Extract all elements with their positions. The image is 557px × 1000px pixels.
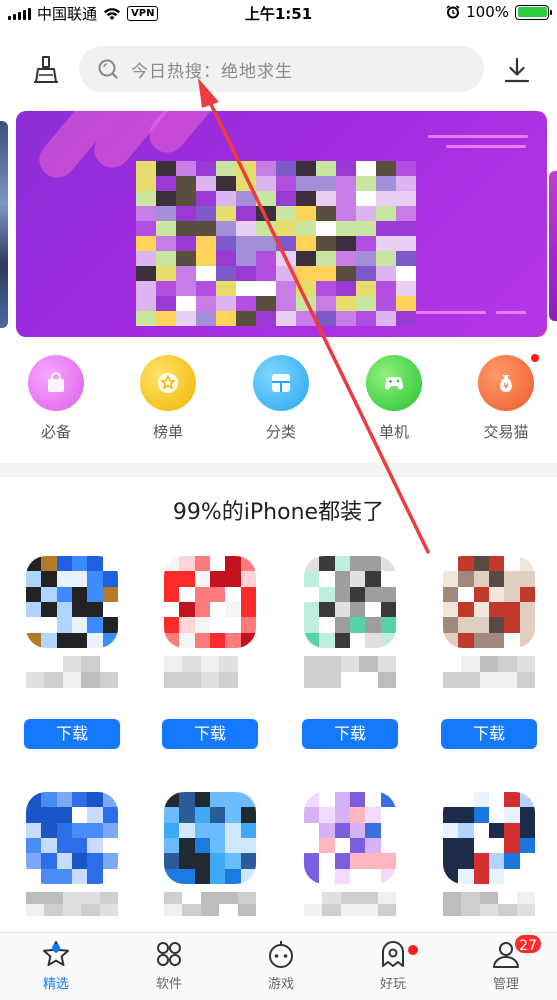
download-button[interactable]: 下载 [441, 719, 537, 749]
app-card[interactable] [148, 792, 268, 922]
banner-next-peek[interactable] [549, 171, 557, 321]
category-label: 必备 [40, 423, 71, 441]
app-name [443, 656, 535, 688]
banner-prev-peek[interactable] [0, 121, 8, 328]
app-card[interactable] [288, 792, 408, 922]
download-button[interactable]: 下载 [24, 719, 120, 749]
app-name [304, 656, 396, 688]
battery-percent: 100% [466, 3, 509, 21]
category-bangdan[interactable]: 榜单 [123, 355, 213, 442]
download-button[interactable]: 下载 [162, 719, 258, 749]
tab-youxi[interactable]: 游戏 [236, 939, 326, 992]
search-icon [98, 59, 118, 79]
svg-text:¥: ¥ [503, 382, 508, 391]
notification-badge: 27 [513, 933, 543, 955]
app-icon[interactable] [304, 792, 396, 884]
app-card[interactable] [427, 792, 547, 922]
category-row: 必备 榜单 分类 单机 ¥ 交易猫 [0, 354, 557, 445]
money-bag-icon: ¥ [478, 355, 534, 411]
category-label: 分类 [265, 423, 296, 441]
banner-image[interactable] [16, 111, 547, 337]
tab-ruanjian[interactable]: 软件 [124, 939, 214, 992]
status-bar: 中国联通 VPN 上午1:51 100% [0, 0, 557, 26]
app-icon[interactable] [26, 792, 118, 884]
search-bar[interactable]: 今日热搜：绝地求生 [79, 46, 484, 92]
category-bibei[interactable]: 必备 [11, 355, 101, 442]
alarm-icon [446, 5, 460, 19]
category-fenlei[interactable]: 分类 [236, 355, 326, 442]
tab-label: 好玩 [379, 977, 406, 992]
app-name [304, 892, 396, 916]
app-icon[interactable] [443, 556, 535, 648]
notification-dot [531, 354, 539, 362]
tab-label: 软件 [155, 977, 182, 992]
grid-icon [253, 355, 309, 411]
app-icon[interactable] [26, 556, 118, 648]
bag-icon [28, 355, 84, 411]
app-card[interactable]: 下载 [10, 556, 130, 756]
tab-label: 精选 [42, 977, 69, 992]
tab-haowan[interactable]: 好玩 [348, 939, 438, 992]
app-name [443, 892, 535, 916]
app-card[interactable] [10, 792, 130, 922]
tab-guanli[interactable]: 管理 27 [461, 933, 551, 992]
tab-jingxuan[interactable]: 精选 [11, 939, 101, 992]
gamepad-icon [366, 355, 422, 411]
app-icon[interactable] [164, 792, 256, 884]
download-button[interactable]: 下载 [302, 719, 398, 749]
app-name [164, 656, 256, 688]
download-icon[interactable] [503, 56, 531, 84]
header: 今日热搜：绝地求生 [0, 44, 557, 94]
category-label: 单机 [378, 423, 409, 441]
apps-tab-icon [157, 942, 181, 966]
app-icon[interactable] [304, 556, 396, 648]
category-label: 榜单 [152, 423, 183, 441]
battery-icon [515, 4, 552, 20]
tab-label: 管理 [492, 977, 519, 992]
app-icon[interactable] [164, 556, 256, 648]
app-name [26, 656, 118, 688]
notification-dot [408, 945, 418, 955]
controller-tab-icon [269, 941, 293, 968]
ghost-tab-icon [382, 941, 404, 967]
category-label: 交易猫 [483, 423, 529, 441]
app-card[interactable]: 下载 [288, 556, 408, 756]
broom-icon[interactable] [30, 54, 62, 86]
search-input[interactable]: 今日热搜：绝地求生 [131, 57, 293, 82]
app-card[interactable]: 下载 [148, 556, 268, 756]
banner-carousel[interactable] [0, 107, 557, 342]
tab-bar: 精选 软件 游戏 好玩 管理 27 [0, 932, 557, 1000]
star-icon [140, 355, 196, 411]
app-card[interactable]: 下载 [427, 556, 547, 756]
app-name [26, 892, 118, 916]
category-danji[interactable]: 单机 [349, 355, 439, 442]
category-jiaoyimao[interactable]: ¥ 交易猫 [461, 354, 551, 442]
section-title: 99%的iPhone都装了 [172, 500, 385, 525]
banner-pixelated-content [136, 161, 416, 326]
section-divider [0, 463, 557, 477]
tab-label: 游戏 [267, 977, 294, 992]
star-tab-icon [43, 941, 69, 966]
app-icon[interactable] [443, 792, 535, 884]
app-name [164, 892, 256, 916]
